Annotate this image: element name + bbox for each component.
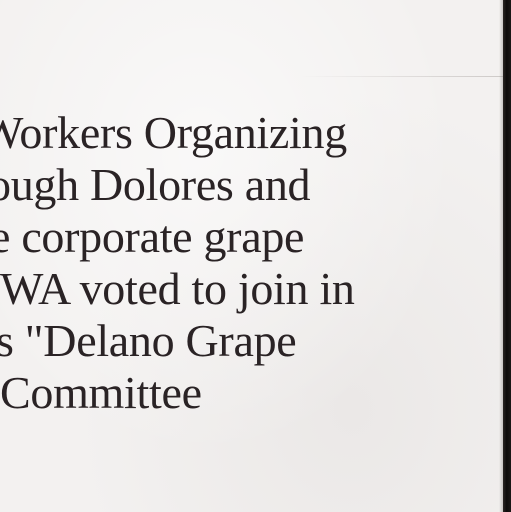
text-line-3: e corporate grape — [0, 211, 305, 262]
text-line-6: Committee — [0, 367, 202, 418]
text-line-1: Workers Organizing — [0, 107, 347, 158]
paper-page: Workers Organizing ough Dolores and e co… — [0, 0, 510, 512]
document-text: Workers Organizing ough Dolores and e co… — [0, 107, 444, 419]
page-edge — [503, 0, 511, 512]
paper-crease — [300, 76, 510, 77]
text-line-5: s "Delano Grape — [0, 315, 297, 366]
text-line-2: ough Dolores and — [0, 159, 311, 210]
text-line-4: WA voted to join in — [0, 263, 355, 314]
